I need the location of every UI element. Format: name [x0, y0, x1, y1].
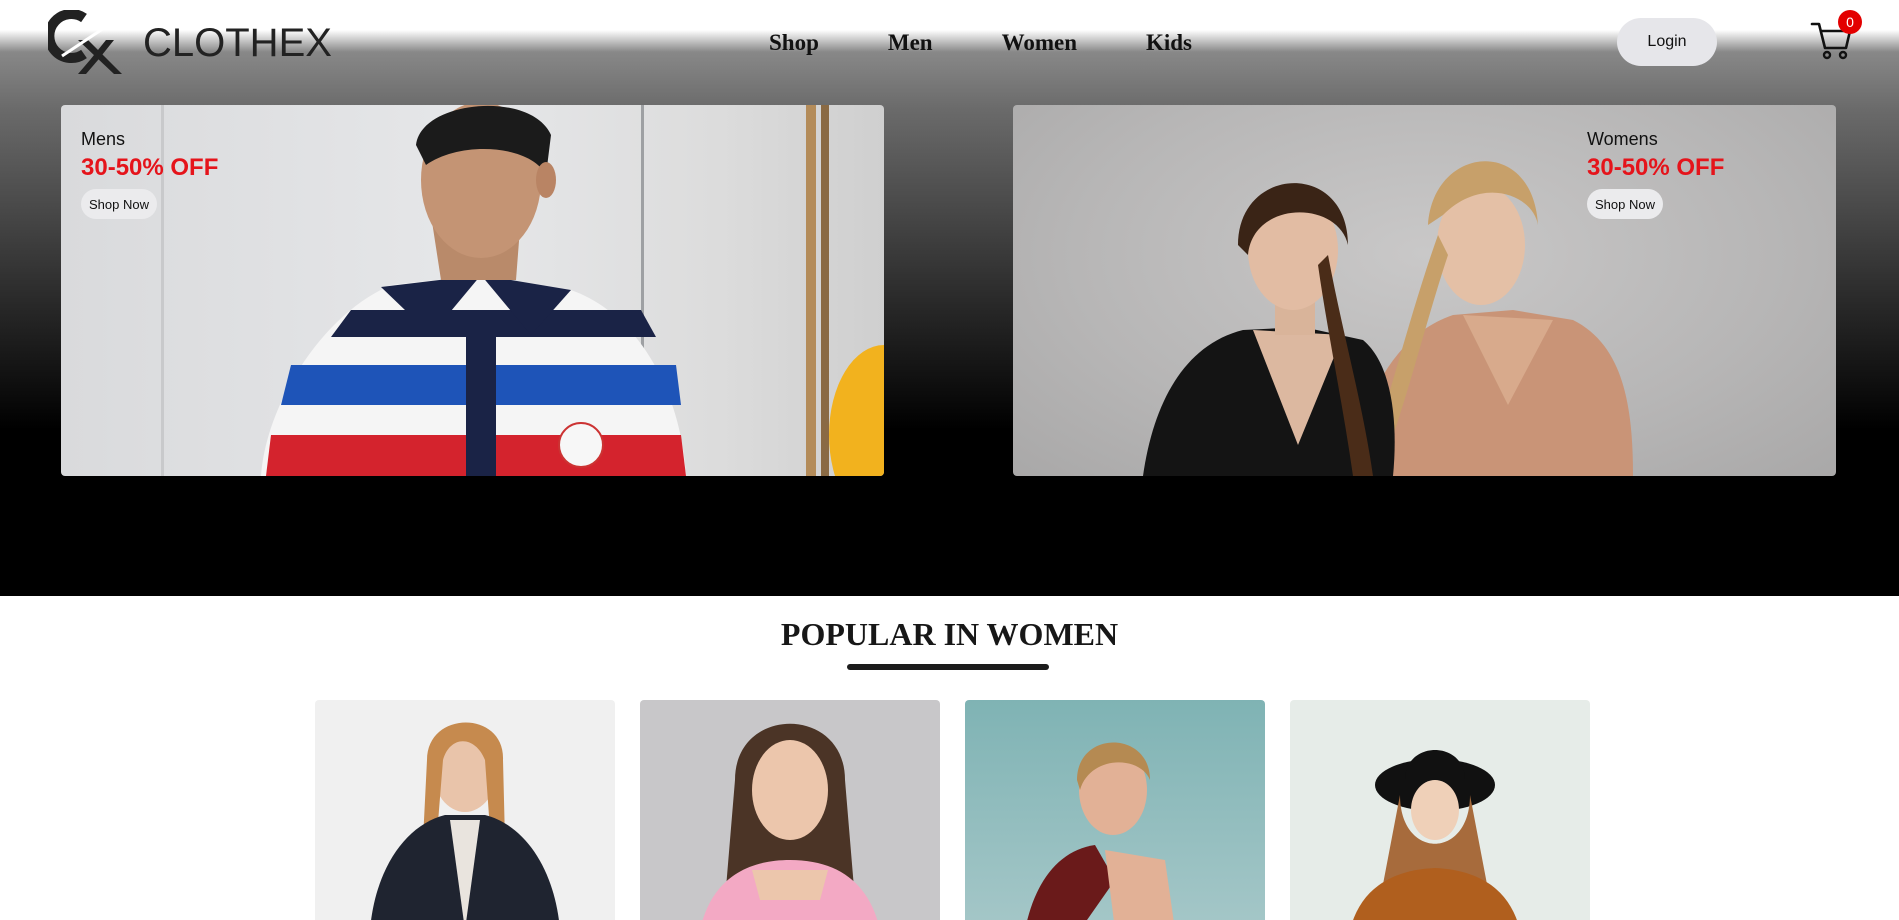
product-card[interactable]: [1290, 700, 1590, 920]
men-banner-text: Mens 30-50% OFF Shop Now: [81, 127, 218, 219]
nav-item-shop[interactable]: Shop: [769, 28, 819, 58]
popular-section-title: POPULAR IN WOMEN: [780, 616, 1119, 652]
men-banner-label: Mens: [81, 129, 126, 149]
title-underline: [847, 664, 1049, 670]
login-button[interactable]: Login: [1617, 18, 1717, 66]
product-card[interactable]: [640, 700, 940, 920]
nav-item-kids[interactable]: Kids: [1146, 28, 1192, 58]
women-banner-label: Womens: [1587, 129, 1658, 149]
nav-item-women[interactable]: Women: [1002, 28, 1077, 58]
product-card[interactable]: [965, 700, 1265, 920]
product-card[interactable]: [315, 700, 615, 920]
product-image: [1353, 750, 1517, 920]
product-image: [371, 722, 559, 920]
product-image: [702, 723, 878, 920]
brand-logo[interactable]: [48, 10, 122, 74]
women-shop-now-button[interactable]: Shop Now: [1587, 189, 1663, 219]
men-banner-offer: 30-50% OFF: [81, 154, 219, 181]
main-nav: Shop Men Women Kids: [769, 28, 1192, 58]
nav-item-men[interactable]: Men: [888, 28, 933, 58]
brand-name[interactable]: CLOTHEX: [143, 20, 332, 66]
men-shop-now-button[interactable]: Shop Now: [81, 189, 157, 219]
men-banner[interactable]: Mens 30-50% OFF Shop Now: [61, 105, 884, 476]
women-banner[interactable]: Womens 30-50% OFF Shop Now: [1013, 105, 1836, 476]
women-banner-offer: 30-50% OFF: [1587, 154, 1725, 181]
women-banner-text: Womens 30-50% OFF Shop Now: [1587, 127, 1724, 219]
cart-count-badge: 0: [1838, 10, 1862, 34]
product-image: [1027, 742, 1174, 920]
